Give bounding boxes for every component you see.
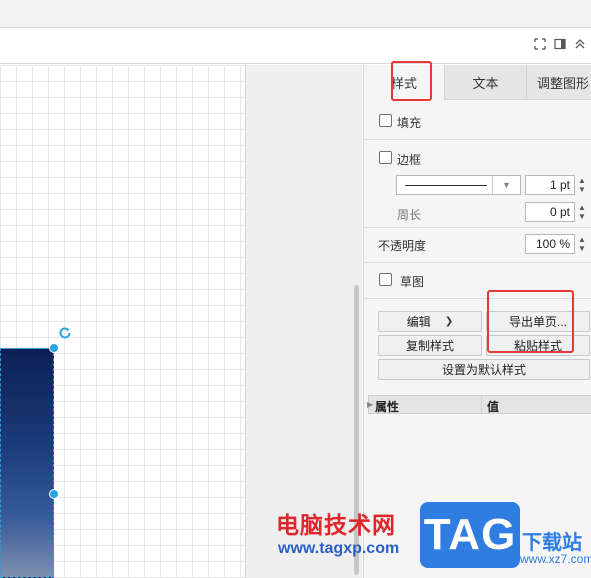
- collapse-icon[interactable]: [573, 37, 587, 51]
- copy-style-button[interactable]: 复制样式: [378, 335, 482, 356]
- edit-button-label: 编辑: [406, 315, 431, 329]
- watermark-tag-logo: TAG: [420, 502, 520, 568]
- fullscreen-icon[interactable]: [533, 37, 547, 51]
- resize-handle-top-right[interactable]: [49, 343, 59, 353]
- line-style-select[interactable]: ▼: [396, 175, 521, 195]
- format-panel-icon[interactable]: [553, 37, 567, 51]
- divider: [364, 227, 591, 228]
- border-checkbox[interactable]: [379, 151, 392, 164]
- opacity-stepper[interactable]: ▲ ▼: [577, 234, 587, 254]
- watermark-site-url: www.tagxp.com: [278, 540, 400, 557]
- tab-text[interactable]: 文本: [444, 65, 526, 100]
- line-style-preview: [405, 185, 487, 186]
- opacity-label: 不透明度: [378, 239, 427, 253]
- chevron-down-icon[interactable]: ▼: [492, 176, 520, 194]
- tab-arrange[interactable]: 调整图形: [526, 65, 591, 100]
- selected-image-shape[interactable]: [0, 348, 54, 578]
- rotate-icon[interactable]: [58, 326, 74, 342]
- highlight-box-style-tab: [391, 61, 432, 101]
- opacity-input[interactable]: 100 %: [525, 234, 575, 254]
- perimeter-label: 周长: [397, 208, 422, 222]
- resize-handle-right[interactable]: [49, 489, 59, 499]
- border-label: 边框: [397, 153, 422, 167]
- edit-button[interactable]: 编辑 ❯: [378, 311, 482, 332]
- properties-table-header[interactable]: ▶ 属性 值: [367, 395, 591, 414]
- drawing-canvas[interactable]: [0, 65, 362, 578]
- menu-bar: [0, 0, 591, 28]
- fill-checkbox[interactable]: [379, 114, 392, 127]
- sketch-label: 草图: [400, 275, 425, 289]
- sketch-checkbox[interactable]: [379, 273, 392, 286]
- watermark-download-site: 下载站: [522, 532, 582, 554]
- highlight-box-export: [487, 290, 574, 353]
- watermark-download-url: www.xz7.com: [520, 552, 591, 566]
- divider: [364, 139, 591, 140]
- properties-column-value: 值: [487, 400, 500, 414]
- chevron-down-icon: ❯: [444, 316, 454, 327]
- set-default-style-button[interactable]: 设置为默认样式: [378, 359, 590, 380]
- border-width-stepper[interactable]: ▲ ▼: [577, 175, 587, 195]
- perimeter-input[interactable]: 0 pt: [525, 202, 575, 222]
- border-width-input[interactable]: 1 pt: [525, 175, 575, 195]
- divider: [364, 262, 591, 263]
- column-divider: [481, 396, 482, 413]
- fill-label: 填充: [397, 116, 422, 130]
- watermark-site-name: 电脑技术网: [276, 513, 396, 539]
- expand-triangle-icon[interactable]: ▶: [367, 400, 373, 409]
- toolbar: [0, 28, 591, 64]
- perimeter-stepper[interactable]: ▲ ▼: [577, 202, 587, 222]
- properties-column-name: 属性: [375, 400, 400, 414]
